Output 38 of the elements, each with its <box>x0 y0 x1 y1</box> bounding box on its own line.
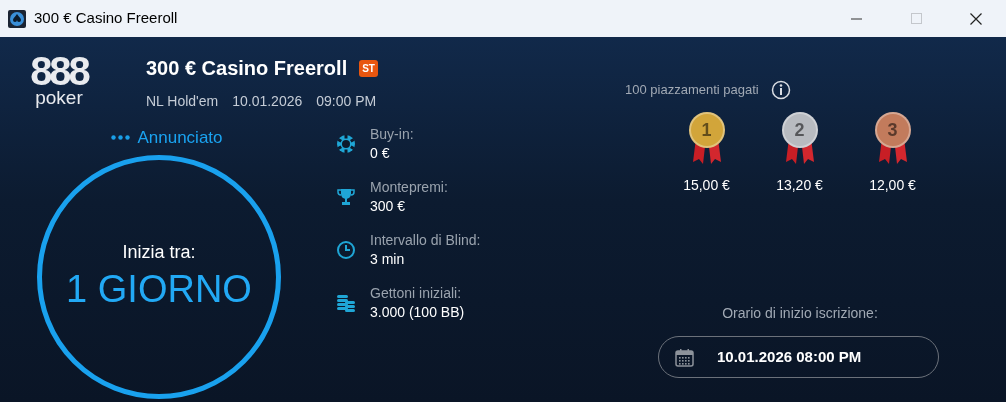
clock-icon <box>336 240 356 260</box>
prize-amount: 12,00 € <box>869 176 916 195</box>
trophy-icon <box>336 187 356 207</box>
detail-value: 0 € <box>370 144 391 163</box>
detail-label: Gettoni iniziali: <box>370 284 463 303</box>
speed-badge: ST <box>359 59 378 77</box>
detail-label: Montepremi: <box>370 178 448 197</box>
status-label: Annunciato <box>137 127 223 149</box>
medal: 3 <box>874 112 911 148</box>
maximize-icon <box>910 13 922 24</box>
tournament-time: 09:00 PM <box>316 92 377 111</box>
countdown-value: 1 GIORNO <box>66 267 252 313</box>
prize-amount: 15,00 € <box>683 176 730 195</box>
detail-value: 300 € <box>370 197 407 216</box>
status-dots-icon <box>111 135 132 141</box>
countdown-caption: Inizia tra: <box>122 241 196 265</box>
close-icon <box>970 12 982 25</box>
tournament-date: 10.01.2026 <box>232 92 303 111</box>
medal: 1 <box>688 112 725 148</box>
minimize-icon <box>850 17 862 20</box>
detail-label: Intervallo di Blind: <box>370 231 481 250</box>
paid-places-text: 100 piazzamenti pagati <box>625 81 759 100</box>
calendar-icon <box>675 347 694 367</box>
registration-label: Orario di inizio iscrizione: <box>721 304 879 323</box>
chip-stack-icon <box>336 293 356 313</box>
info-icon[interactable] <box>770 80 791 100</box>
game-type: NL Hold'em <box>146 92 219 111</box>
detail-value: 3 min <box>370 250 406 269</box>
registration-time: 10.01.2026 08:00 PM <box>717 346 862 367</box>
detail-value: 3.000 (100 BB) <box>370 303 465 322</box>
tournament-title: 300 € Casino Freeroll <box>146 56 348 81</box>
window-title: 300 € Casino Freeroll <box>34 8 178 29</box>
app-icon <box>8 9 26 28</box>
logo: 888 poker <box>29 51 90 110</box>
medal: 2 <box>781 112 818 148</box>
poker-chip-icon <box>336 134 356 154</box>
detail-label: Buy-in: <box>370 125 414 144</box>
prize-amount: 13,20 € <box>776 176 823 195</box>
